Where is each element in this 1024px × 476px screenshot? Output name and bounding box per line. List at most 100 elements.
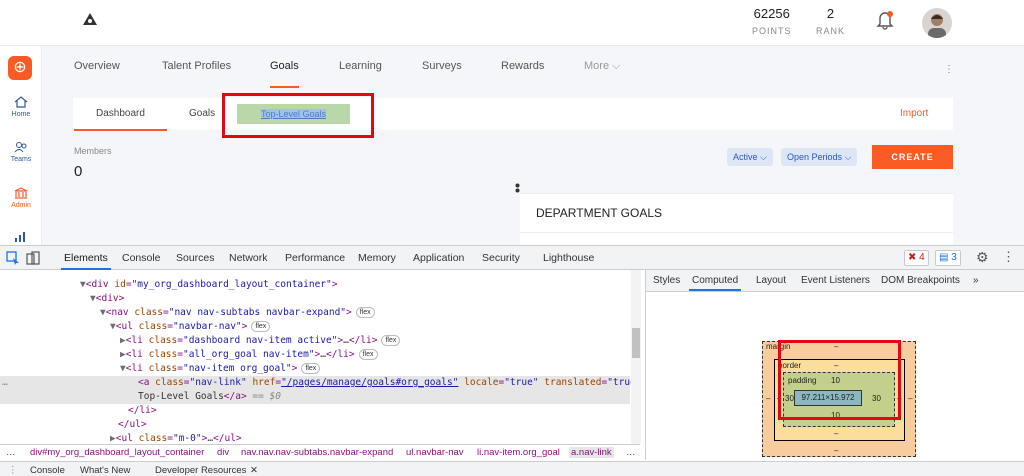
- divider: [520, 232, 953, 233]
- tab-surveys[interactable]: Surveys: [422, 60, 462, 72]
- tab-goals[interactable]: Goals: [270, 60, 299, 88]
- chevron-down-icon: ⌵: [760, 152, 767, 162]
- device-toolbar-icon[interactable]: [26, 251, 40, 265]
- tab-styles[interactable]: Styles: [653, 275, 680, 286]
- breadcrumb-item[interactable]: nav.nav.nav-subtabs.navbar-expand: [241, 447, 393, 458]
- subtab-dashboard[interactable]: Dashboard: [74, 108, 167, 131]
- devtools-tab-elements[interactable]: Elements: [61, 252, 111, 270]
- tab-more[interactable]: More ⌵: [584, 60, 620, 73]
- members-count: 0: [74, 163, 83, 180]
- devtools-tab-security[interactable]: Security: [482, 252, 520, 264]
- tab-rewards[interactable]: Rewards: [501, 60, 544, 72]
- tab-dom-breakpoints[interactable]: DOM Breakpoints: [881, 275, 960, 286]
- dom-row[interactable]: ▼<li class="nav-item org_goal"> flex: [0, 362, 630, 376]
- devtools-tab-sources[interactable]: Sources: [176, 252, 215, 264]
- devtools-tab-console[interactable]: Console: [122, 252, 161, 264]
- tab-overview[interactable]: Overview: [74, 60, 120, 72]
- breadcrumb-item[interactable]: ul.navbar-nav: [406, 447, 464, 458]
- sidebar-item-admin[interactable]: Admin: [0, 187, 42, 209]
- rank-value: 2: [826, 6, 835, 21]
- sidebar-item-teams[interactable]: Teams: [0, 141, 42, 163]
- dom-row[interactable]: </li>: [0, 404, 630, 418]
- styles-pane-tabs: Styles Computed Layout Event Listeners D…: [646, 270, 1024, 292]
- dom-row[interactable]: ▼<ul class="navbar-nav"> flex: [0, 320, 630, 334]
- drawer-menu-icon[interactable]: ⋮: [8, 465, 18, 476]
- analytics-icon[interactable]: [14, 232, 28, 242]
- main-nav: Overview Talent Profiles Goals Learning …: [42, 46, 982, 88]
- message-icon: ▤: [939, 252, 949, 263]
- subtab-goals[interactable]: Goals: [189, 108, 215, 119]
- flex-badge[interactable]: flex: [381, 335, 401, 346]
- devtools-tab-bar: Elements Console Sources Network Perform…: [0, 246, 1024, 270]
- status-filter-dropdown[interactable]: Active ⌵: [727, 148, 773, 166]
- close-icon[interactable]: ✕: [250, 465, 258, 476]
- more-tabs-icon[interactable]: »: [973, 275, 979, 286]
- row-menu-icon[interactable]: …: [2, 376, 8, 390]
- dom-row[interactable]: ▼<div>: [0, 292, 630, 306]
- add-button[interactable]: ⊕: [8, 56, 32, 80]
- dom-row-selected[interactable]: … <a class="nav-link" href="/pages/manage…: [0, 376, 640, 390]
- tab-layout[interactable]: Layout: [756, 275, 786, 286]
- breadcrumb-overflow[interactable]: …: [626, 447, 636, 458]
- chevron-down-icon: ⌵: [612, 60, 621, 72]
- dom-row[interactable]: </ul>: [0, 418, 630, 432]
- devtools-tab-memory[interactable]: Memory: [358, 252, 396, 264]
- rank-label: RANK: [816, 26, 846, 36]
- flex-badge[interactable]: flex: [251, 321, 271, 332]
- devtools-tab-network[interactable]: Network: [229, 252, 268, 264]
- margin-left-value[interactable]: –: [766, 394, 770, 403]
- margin-right-value[interactable]: –: [908, 394, 912, 403]
- dom-row[interactable]: ▼<nav class="nav nav-subtabs navbar-expa…: [0, 306, 630, 320]
- sidebar-item-label: Home: [11, 111, 31, 118]
- breadcrumb-item[interactable]: div: [217, 447, 229, 458]
- flex-badge[interactable]: flex: [358, 349, 378, 360]
- breadcrumb-item[interactable]: li.nav-item.org_goal: [477, 447, 560, 458]
- elements-scrollbar[interactable]: [631, 270, 641, 444]
- inspect-element-icon[interactable]: [6, 251, 20, 265]
- flex-badge[interactable]: flex: [355, 307, 375, 318]
- import-link[interactable]: Import: [900, 108, 928, 119]
- error-count-badge[interactable]: ✖ 4: [904, 250, 929, 266]
- dom-row-selected-text[interactable]: Top-Level Goals</a> == $0: [0, 390, 630, 404]
- settings-gear-icon[interactable]: ⚙: [976, 249, 990, 265]
- create-button[interactable]: CREATE: [872, 145, 953, 169]
- home-icon: [14, 96, 28, 108]
- drag-handle-icon[interactable]: [514, 183, 521, 193]
- breadcrumb-item[interactable]: div#my_org_dashboard_layout_container: [30, 447, 204, 458]
- sidebar-item-home[interactable]: Home: [0, 96, 42, 118]
- tab-talent-profiles[interactable]: Talent Profiles: [162, 60, 231, 72]
- tab-more-label: More: [584, 60, 610, 72]
- drawer-tab-console[interactable]: Console: [30, 465, 65, 476]
- user-avatar[interactable]: [922, 8, 952, 38]
- dom-row[interactable]: ▶<li class="all_org_goal nav-item">…</li…: [0, 348, 630, 362]
- href-link[interactable]: "/pages/manage/goals#org_goals": [281, 377, 458, 388]
- tab-computed[interactable]: Computed: [688, 275, 742, 291]
- dom-row[interactable]: ▶<li class="dashboard nav-item active">……: [0, 334, 630, 348]
- more-options-icon[interactable]: ⋮: [944, 64, 954, 75]
- dom-breadcrumbs: … div#my_org_dashboard_layout_container …: [0, 444, 640, 460]
- devtools-tab-application[interactable]: Application: [413, 252, 464, 264]
- message-count-badge[interactable]: ▤ 3: [935, 250, 961, 266]
- more-vertical-icon[interactable]: ⋮: [1002, 249, 1016, 264]
- tab-event-listeners[interactable]: Event Listeners: [801, 275, 870, 286]
- devtools-tab-performance[interactable]: Performance: [285, 252, 345, 264]
- dom-row[interactable]: ▶<ul class="m-0">…</ul>: [0, 432, 630, 444]
- logo-icon[interactable]: [83, 13, 97, 25]
- points-label: POINTS: [752, 26, 792, 36]
- chevron-down-icon: ⌵: [844, 152, 852, 162]
- devtools-tab-lighthouse[interactable]: Lighthouse: [543, 252, 594, 264]
- margin-bottom-value[interactable]: –: [834, 446, 838, 455]
- scrollbar-thumb[interactable]: [632, 328, 640, 358]
- drawer-tab-developer-resources[interactable]: Developer Resources: [155, 465, 246, 476]
- breadcrumb-item-active[interactable]: a.nav-link: [569, 447, 614, 458]
- flex-badge[interactable]: flex: [301, 363, 321, 374]
- dom-row[interactable]: ▼<div id="my_org_dashboard_layout_contai…: [0, 278, 630, 292]
- breadcrumb-overflow[interactable]: …: [6, 447, 16, 458]
- notification-bell-icon[interactable]: [876, 10, 894, 30]
- devtools-drawer: ⋮ Console What's New Developer Resources…: [0, 461, 1024, 476]
- department-goals-title: DEPARTMENT GOALS: [536, 206, 663, 220]
- border-bottom-value[interactable]: –: [834, 429, 838, 438]
- tab-learning[interactable]: Learning: [339, 60, 382, 72]
- period-filter-dropdown[interactable]: Open Periods ⌵: [781, 148, 858, 166]
- drawer-tab-whats-new[interactable]: What's New: [80, 465, 130, 476]
